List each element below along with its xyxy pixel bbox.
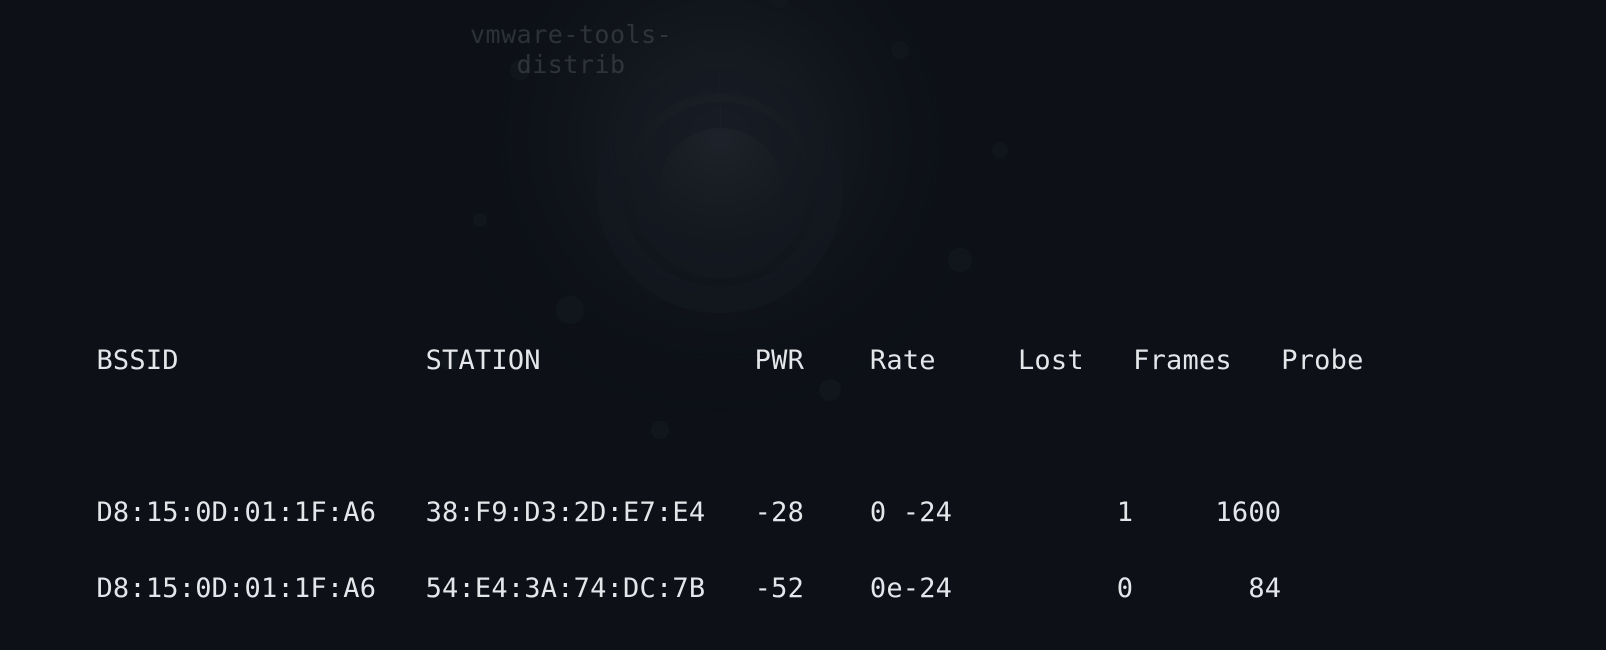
blank-line [80, 418, 1606, 456]
station-table-header: BSSID STATION PWR Rate Lost Frames Probe [80, 342, 1606, 380]
station-table-row: D8:15:0D:01:1F:A6 3C:2E:F9:1E:86:2E -54 … [80, 646, 1606, 650]
station-table-row: D8:15:0D:01:1F:A6 38:F9:D3:2D:E7:E4 -28 … [80, 494, 1606, 532]
station-table-row: D8:15:0D:01:1F:A6 54:E4:3A:74:DC:7B -52 … [80, 570, 1606, 608]
terminal-window[interactable]: vmware-tools- distrib BSSID STATION PWR … [0, 0, 1606, 650]
desktop-folder-watermark: vmware-tools- distrib [470, 20, 672, 80]
terminal-content: BSSID STATION PWR Rate Lost Frames Probe… [80, 304, 1606, 650]
